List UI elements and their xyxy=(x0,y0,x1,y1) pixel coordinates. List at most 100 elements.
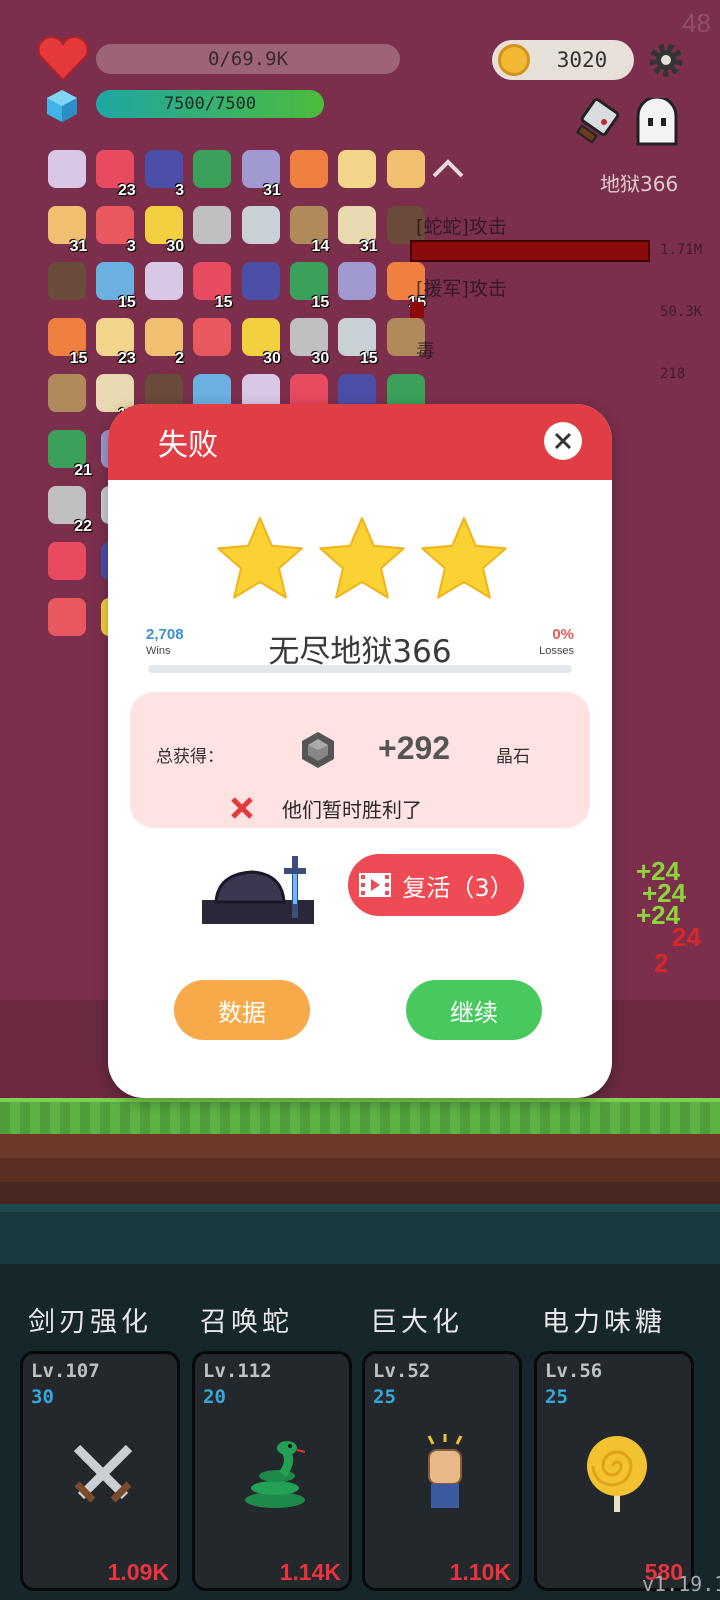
close-icon xyxy=(554,432,572,450)
note-icon xyxy=(144,262,183,300)
heart-icon xyxy=(37,36,89,82)
log-value-1: 1.71M xyxy=(660,242,703,258)
inventory-item[interactable] xyxy=(334,258,377,308)
inventory-item[interactable] xyxy=(44,594,90,644)
skill-card[interactable]: Lv.56 25 580 xyxy=(534,1351,694,1591)
losses-label: Losses xyxy=(539,645,574,657)
inventory-item[interactable]: 15 xyxy=(334,314,378,367)
inventory-item[interactable] xyxy=(189,202,232,252)
tombstone-icon xyxy=(202,856,314,924)
gear-icon[interactable] xyxy=(646,40,686,80)
reward-value: +292 xyxy=(378,730,451,766)
inventory-item[interactable] xyxy=(44,370,86,420)
inventory-item[interactable]: 2 xyxy=(141,314,184,367)
inventory-item[interactable]: 15 xyxy=(44,314,87,367)
ally-damage-bar xyxy=(410,302,424,318)
inventory-item[interactable] xyxy=(334,146,377,196)
inventory-item[interactable] xyxy=(238,202,280,252)
ghost-icon[interactable] xyxy=(632,98,682,148)
inventory-item[interactable] xyxy=(383,146,425,196)
video-icon xyxy=(359,873,392,897)
skill-card[interactable]: Lv.107 30 1.09K xyxy=(20,1351,180,1591)
inventory-item[interactable] xyxy=(189,314,232,364)
skill-candy[interactable]: 电力味糖 Lv.56 25 580 xyxy=(534,1300,694,1591)
ruby-icon xyxy=(193,150,232,188)
inventory-item[interactable]: 31 xyxy=(238,146,281,199)
inventory-item[interactable] xyxy=(189,146,232,196)
coin-icon xyxy=(498,44,530,76)
reward-label: 总获得： xyxy=(156,747,224,767)
inventory-item[interactable]: 3 xyxy=(92,202,136,255)
damage-bar xyxy=(410,240,650,262)
old-map-icon xyxy=(386,150,425,188)
skill-giant[interactable]: 巨大化 Lv.52 25 1.10K xyxy=(362,1300,522,1591)
item-count: 14 xyxy=(311,238,330,255)
inventory-item[interactable]: 30 xyxy=(238,314,281,367)
data-button[interactable]: 数据 xyxy=(174,980,310,1040)
skill-snake[interactable]: 召唤蛇 Lv.112 20 1.14K xyxy=(192,1300,352,1591)
inventory-item[interactable] xyxy=(238,258,280,308)
item-count: 31 xyxy=(359,238,378,255)
inventory-item[interactable]: 15 xyxy=(92,258,136,311)
inventory-item[interactable]: 14 xyxy=(286,202,329,255)
coin-value: 3020 xyxy=(556,48,608,72)
continue-button[interactable]: 继续 xyxy=(406,980,542,1040)
win-loss-progress xyxy=(148,665,572,673)
defeat-dialog: 失败 2,708 Wins 无尽地狱366 0% Losses 总获得： +29… xyxy=(108,404,612,1098)
log-line-2: [援军]攻击 xyxy=(416,278,507,300)
hp-bar: 0/69.9K xyxy=(96,44,400,74)
chevron-up-icon[interactable] xyxy=(430,154,466,184)
skill-card[interactable]: Lv.52 25 1.10K xyxy=(362,1351,522,1591)
inventory-item[interactable]: 15 xyxy=(286,258,329,311)
item-count: 15 xyxy=(359,350,378,367)
item-count: 15 xyxy=(311,294,330,311)
skill-card[interactable]: Lv.112 20 1.14K xyxy=(192,1351,352,1591)
inventory-item[interactable]: 31 xyxy=(334,202,378,255)
log-value-3: 218 xyxy=(660,366,686,382)
star-icon xyxy=(319,517,405,599)
item-row: 23 3 31 xyxy=(44,146,425,199)
revive-button[interactable]: 复活（3） xyxy=(348,854,524,916)
inventory-item[interactable] xyxy=(44,258,86,308)
inventory-item[interactable] xyxy=(44,538,90,588)
inventory-item[interactable]: 31 xyxy=(44,202,87,255)
skill-value: 25 xyxy=(545,1386,568,1408)
inventory-item[interactable] xyxy=(44,146,86,196)
inventory-item[interactable] xyxy=(141,258,183,308)
skill-cost: 1.14K xyxy=(279,1559,341,1585)
inventory-item[interactable]: 23 xyxy=(92,314,136,367)
close-button[interactable] xyxy=(544,422,582,460)
inventory-item[interactable]: 30 xyxy=(286,314,329,367)
crystal-icon xyxy=(47,90,77,122)
skill-blade[interactable]: 剑刃强化 Lv.107 30 1.09K xyxy=(20,1300,180,1591)
item-count: 30 xyxy=(166,238,185,255)
treasure-map-icon xyxy=(289,150,328,188)
cleaver-icon[interactable] xyxy=(572,96,626,150)
revive-label: 复活（3） xyxy=(402,873,514,902)
floating-damage-numbers: +24 +24 +24 24 2 xyxy=(636,856,701,978)
inventory-item[interactable]: 23 xyxy=(92,146,136,199)
item-count: 21 xyxy=(74,462,92,479)
item-row: 15 23 2 30 30 15 xyxy=(44,314,425,367)
inventory-item[interactable]: 3 xyxy=(141,146,184,199)
losses-stat: 0% Losses xyxy=(539,626,574,657)
inventory-item[interactable]: 15 xyxy=(189,258,233,311)
item-count: 30 xyxy=(263,350,281,367)
skill-level: Lv.56 xyxy=(545,1360,603,1382)
log-value-2: 50.3K xyxy=(660,304,703,320)
inventory-item[interactable]: 21 xyxy=(44,426,92,479)
crossed-swords-icon xyxy=(73,1444,133,1503)
reward-unit: 晶石 xyxy=(496,747,530,767)
magic-wand-icon xyxy=(193,206,232,244)
inventory-item[interactable]: 30 xyxy=(141,202,184,255)
item-count: 2 xyxy=(175,350,185,367)
dialog-title: 失败 xyxy=(158,428,218,463)
inventory-item[interactable]: 22 xyxy=(44,482,92,535)
skill-cost: 1.10K xyxy=(449,1559,511,1585)
inventory-item[interactable] xyxy=(286,146,328,196)
lollipop-icon xyxy=(587,1436,647,1512)
version-label: v1.19.1 xyxy=(642,1572,720,1596)
item-count: 31 xyxy=(69,238,88,255)
item-count: 3 xyxy=(126,238,136,255)
item-count: 3 xyxy=(175,182,185,199)
